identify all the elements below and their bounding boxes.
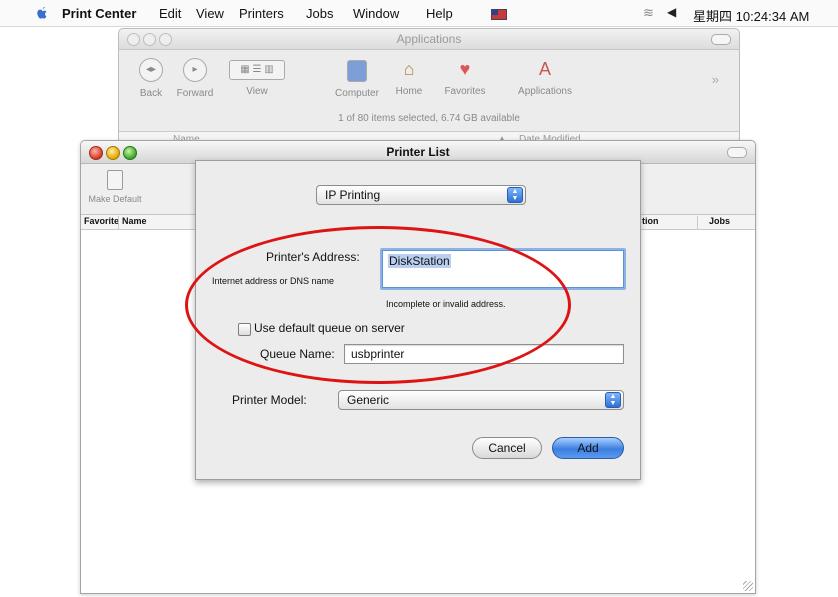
col-jobs[interactable]: Jobs xyxy=(709,216,730,226)
home-button[interactable]: ⌂ Home xyxy=(379,58,439,97)
forward-label: Forward xyxy=(176,88,214,99)
column-divider xyxy=(697,216,698,230)
col-name[interactable]: Name xyxy=(122,216,147,226)
view-icon: ▦ ☰ ▥ xyxy=(229,60,285,80)
forward-icon: ▸ xyxy=(183,58,207,82)
cancel-button[interactable]: Cancel xyxy=(472,437,542,459)
printer-model-label: Printer Model: xyxy=(232,393,307,407)
finder-window: Applications ◂▸ Back ▸ Forward ▦ ☰ ▥ Vie… xyxy=(118,28,740,152)
add-button[interactable]: Add xyxy=(552,437,624,459)
heart-icon: ♥ xyxy=(459,59,471,79)
column-divider xyxy=(118,216,119,230)
popup-arrows-icon: ▲ ▼ xyxy=(507,187,523,203)
printer-list-title: Printer List xyxy=(386,145,450,159)
finder-toolbar: ◂▸ Back ▸ Forward ▦ ☰ ▥ View Computer ⌂ … xyxy=(119,50,739,120)
menu-jobs[interactable]: Jobs xyxy=(306,6,333,21)
popup-arrows-icon: ▲ ▼ xyxy=(605,392,621,408)
home-icon: ⌂ xyxy=(403,59,415,79)
menu-bar: Print Center Edit View Printers Jobs Win… xyxy=(0,0,838,27)
forward-button[interactable]: ▸ Forward xyxy=(165,58,225,99)
menu-window[interactable]: Window xyxy=(353,6,399,21)
toolbar-toggle-icon[interactable] xyxy=(727,147,747,158)
printer-model-popup[interactable]: Generic ▲ ▼ xyxy=(338,390,624,410)
menu-view[interactable]: View xyxy=(196,6,224,21)
menu-edit[interactable]: Edit xyxy=(159,6,181,21)
computer-button[interactable]: Computer xyxy=(327,58,387,99)
view-label: View xyxy=(246,86,268,97)
menu-printers[interactable]: Printers xyxy=(239,6,284,21)
make-default-label: Make Default xyxy=(88,194,142,204)
applications-label: Applications xyxy=(518,86,572,97)
chevron-right-icon[interactable]: » xyxy=(712,72,719,87)
menu-help[interactable]: Help xyxy=(426,6,453,21)
make-default-button[interactable]: Make Default xyxy=(85,170,145,204)
highlight-ellipse xyxy=(185,226,571,384)
finder-title: Applications xyxy=(396,32,462,46)
computer-label: Computer xyxy=(335,88,379,99)
computer-icon xyxy=(347,60,367,82)
back-icon: ◂▸ xyxy=(139,58,163,82)
applications-button[interactable]: A Applications xyxy=(507,58,583,97)
col-location[interactable]: tion xyxy=(642,216,659,226)
apple-menu-icon[interactable] xyxy=(34,5,50,21)
connection-type-popup[interactable]: IP Printing ▲ ▼ xyxy=(316,185,526,205)
col-favorite[interactable]: Favorite xyxy=(84,216,119,226)
menu-clock[interactable]: 星期四 10:24:34 AM xyxy=(693,6,809,25)
finder-titlebar[interactable]: Applications xyxy=(119,29,739,50)
favorites-button[interactable]: ♥ Favorites xyxy=(435,58,495,97)
printer-icon xyxy=(107,170,123,190)
favorites-label: Favorites xyxy=(444,86,486,97)
back-label: Back xyxy=(139,88,163,99)
applications-icon: A xyxy=(538,59,551,79)
input-flag-icon[interactable] xyxy=(491,9,507,20)
finder-status: 1 of 80 items selected, 6.74 GB availabl… xyxy=(338,113,520,124)
volume-icon[interactable]: ◀ xyxy=(667,5,676,19)
printer-model-value: Generic xyxy=(347,393,390,407)
home-label: Home xyxy=(395,86,423,97)
menu-app-name[interactable]: Print Center xyxy=(62,6,136,21)
airport-icon[interactable]: ≋ xyxy=(643,5,654,21)
toolbar-toggle-icon[interactable] xyxy=(711,34,731,45)
connection-type-value: IP Printing xyxy=(325,188,381,202)
view-button[interactable]: ▦ ☰ ▥ View xyxy=(227,58,287,97)
resize-grip-icon[interactable] xyxy=(743,581,753,591)
